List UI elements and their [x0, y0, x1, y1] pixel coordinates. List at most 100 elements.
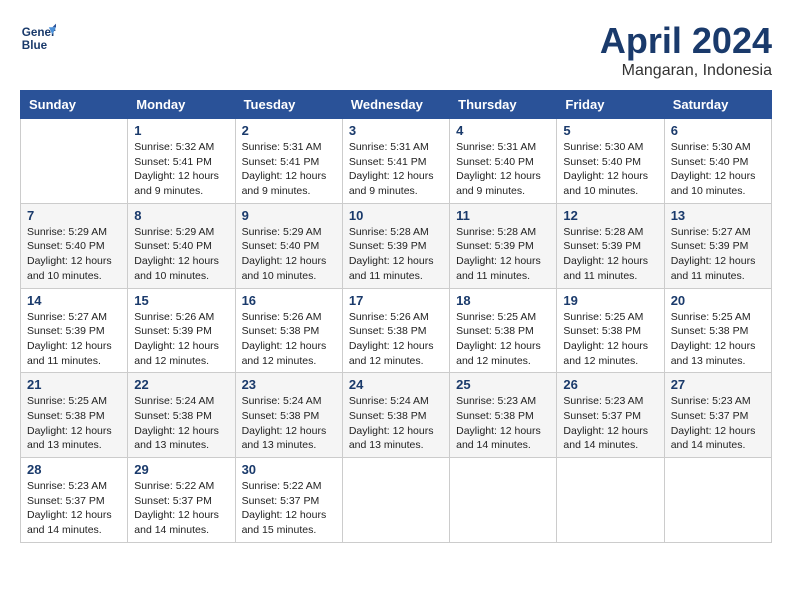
logo-icon: General Blue: [20, 20, 56, 56]
header: General Blue April 2024 Mangaran, Indone…: [20, 20, 772, 80]
day-number: 25: [456, 377, 550, 392]
calendar-cell: [664, 458, 771, 543]
day-number: 16: [242, 293, 336, 308]
calendar-cell: 14Sunrise: 5:27 AMSunset: 5:39 PMDayligh…: [21, 288, 128, 373]
day-info: Sunrise: 5:31 AMSunset: 5:40 PMDaylight:…: [456, 140, 550, 199]
calendar-cell: [21, 119, 128, 204]
calendar-cell: 2 Sunrise: 5:31 AMSunset: 5:41 PMDaylight…: [235, 119, 342, 204]
calendar-cell: 24Sunrise: 5:24 AMSunset: 5:38 PMDayligh…: [342, 373, 449, 458]
calendar-cell: 18 Sunrise: 5:25 AMSunset: 5:38 PMDayligh…: [450, 288, 557, 373]
week-row-5: 28 Sunrise: 5:23 AMSunset: 5:37 PMDayligh…: [21, 458, 772, 543]
day-info: Sunrise: 5:32 AMSunset: 5:41 PMDaylight:…: [134, 140, 228, 199]
day-info: Sunrise: 5:31 AMSunset: 5:41 PMDaylight:…: [242, 140, 336, 199]
calendar-cell: 29Sunrise: 5:22 AMSunset: 5:37 PMDayligh…: [128, 458, 235, 543]
day-number: 15: [134, 293, 228, 308]
day-number: 29: [134, 462, 228, 477]
day-header-wednesday: Wednesday: [342, 91, 449, 119]
month-title: April 2024: [600, 20, 772, 62]
calendar-table: SundayMondayTuesdayWednesdayThursdayFrid…: [20, 90, 772, 543]
day-number: 20: [671, 293, 765, 308]
calendar-cell: 4 Sunrise: 5:31 AMSunset: 5:40 PMDaylight…: [450, 119, 557, 204]
day-info: Sunrise: 5:30 AMSunset: 5:40 PMDaylight:…: [671, 140, 765, 199]
day-number: 2: [242, 123, 336, 138]
calendar-cell: [450, 458, 557, 543]
calendar-cell: 17 Sunrise: 5:26 AMSunset: 5:38 PMDayligh…: [342, 288, 449, 373]
day-info: Sunrise: 5:23 AMSunset: 5:37 PMDaylight:…: [563, 394, 657, 453]
svg-text:Blue: Blue: [22, 39, 48, 52]
day-info: Sunrise: 5:26 AMSunset: 5:38 PMDaylight:…: [242, 310, 336, 369]
day-header-row: SundayMondayTuesdayWednesdayThursdayFrid…: [21, 91, 772, 119]
day-info: Sunrise: 5:23 AMSunset: 5:38 PMDaylight:…: [456, 394, 550, 453]
calendar-cell: [557, 458, 664, 543]
calendar-cell: 13 Sunrise: 5:27 AMSunset: 5:39 PMDayligh…: [664, 203, 771, 288]
calendar-cell: 25 Sunrise: 5:23 AMSunset: 5:38 PMDayligh…: [450, 373, 557, 458]
day-header-tuesday: Tuesday: [235, 91, 342, 119]
day-header-monday: Monday: [128, 91, 235, 119]
location-title: Mangaran, Indonesia: [600, 62, 772, 80]
day-info: Sunrise: 5:23 AMSunset: 5:37 PMDaylight:…: [671, 394, 765, 453]
day-number: 17: [349, 293, 443, 308]
calendar-cell: 21 Sunrise: 5:25 AMSunset: 5:38 PMDayligh…: [21, 373, 128, 458]
calendar-cell: 1Sunrise: 5:32 AMSunset: 5:41 PMDaylight…: [128, 119, 235, 204]
day-info: Sunrise: 5:31 AMSunset: 5:41 PMDaylight:…: [349, 140, 443, 199]
day-number: 21: [27, 377, 121, 392]
calendar-cell: 22 Sunrise: 5:24 AMSunset: 5:38 PMDayligh…: [128, 373, 235, 458]
calendar-cell: 20 Sunrise: 5:25 AMSunset: 5:38 PMDayligh…: [664, 288, 771, 373]
day-number: 22: [134, 377, 228, 392]
day-number: 6: [671, 123, 765, 138]
week-row-1: 1Sunrise: 5:32 AMSunset: 5:41 PMDaylight…: [21, 119, 772, 204]
day-number: 23: [242, 377, 336, 392]
day-number: 10: [349, 208, 443, 223]
day-number: 5: [563, 123, 657, 138]
day-header-thursday: Thursday: [450, 91, 557, 119]
calendar-cell: 23 Sunrise: 5:24 AMSunset: 5:38 PMDayligh…: [235, 373, 342, 458]
calendar-cell: 12 Sunrise: 5:28 AMSunset: 5:39 PMDayligh…: [557, 203, 664, 288]
calendar-cell: 11 Sunrise: 5:28 AMSunset: 5:39 PMDayligh…: [450, 203, 557, 288]
day-number: 11: [456, 208, 550, 223]
calendar-cell: 15Sunrise: 5:26 AMSunset: 5:39 PMDayligh…: [128, 288, 235, 373]
day-info: Sunrise: 5:25 AMSunset: 5:38 PMDaylight:…: [671, 310, 765, 369]
day-header-friday: Friday: [557, 91, 664, 119]
day-info: Sunrise: 5:24 AMSunset: 5:38 PMDaylight:…: [349, 394, 443, 453]
day-number: 19: [563, 293, 657, 308]
day-number: 26: [563, 377, 657, 392]
day-number: 12: [563, 208, 657, 223]
day-info: Sunrise: 5:24 AMSunset: 5:38 PMDaylight:…: [242, 394, 336, 453]
day-number: 4: [456, 123, 550, 138]
day-number: 13: [671, 208, 765, 223]
day-info: Sunrise: 5:28 AMSunset: 5:39 PMDaylight:…: [456, 225, 550, 284]
calendar-cell: 16 Sunrise: 5:26 AMSunset: 5:38 PMDayligh…: [235, 288, 342, 373]
day-info: Sunrise: 5:29 AMSunset: 5:40 PMDaylight:…: [242, 225, 336, 284]
day-number: 9: [242, 208, 336, 223]
day-info: Sunrise: 5:27 AMSunset: 5:39 PMDaylight:…: [671, 225, 765, 284]
day-info: Sunrise: 5:29 AMSunset: 5:40 PMDaylight:…: [134, 225, 228, 284]
calendar-cell: 10 Sunrise: 5:28 AMSunset: 5:39 PMDayligh…: [342, 203, 449, 288]
day-number: 14: [27, 293, 121, 308]
calendar-cell: 5Sunrise: 5:30 AMSunset: 5:40 PMDaylight…: [557, 119, 664, 204]
day-info: Sunrise: 5:23 AMSunset: 5:37 PMDaylight:…: [27, 479, 121, 538]
day-number: 18: [456, 293, 550, 308]
day-info: Sunrise: 5:25 AMSunset: 5:38 PMDaylight:…: [27, 394, 121, 453]
day-number: 28: [27, 462, 121, 477]
calendar-cell: 28 Sunrise: 5:23 AMSunset: 5:37 PMDayligh…: [21, 458, 128, 543]
day-header-sunday: Sunday: [21, 91, 128, 119]
day-number: 8: [134, 208, 228, 223]
day-info: Sunrise: 5:22 AMSunset: 5:37 PMDaylight:…: [242, 479, 336, 538]
day-info: Sunrise: 5:28 AMSunset: 5:39 PMDaylight:…: [349, 225, 443, 284]
day-info: Sunrise: 5:24 AMSunset: 5:38 PMDaylight:…: [134, 394, 228, 453]
day-info: Sunrise: 5:29 AMSunset: 5:40 PMDaylight:…: [27, 225, 121, 284]
day-number: 7: [27, 208, 121, 223]
calendar-cell: 9 Sunrise: 5:29 AMSunset: 5:40 PMDaylight…: [235, 203, 342, 288]
day-info: Sunrise: 5:26 AMSunset: 5:38 PMDaylight:…: [349, 310, 443, 369]
calendar-cell: 6 Sunrise: 5:30 AMSunset: 5:40 PMDaylight…: [664, 119, 771, 204]
day-number: 27: [671, 377, 765, 392]
calendar-cell: 26 Sunrise: 5:23 AMSunset: 5:37 PMDayligh…: [557, 373, 664, 458]
day-number: 30: [242, 462, 336, 477]
week-row-4: 21 Sunrise: 5:25 AMSunset: 5:38 PMDayligh…: [21, 373, 772, 458]
calendar-cell: [342, 458, 449, 543]
day-number: 3: [349, 123, 443, 138]
calendar-cell: 7 Sunrise: 5:29 AMSunset: 5:40 PMDaylight…: [21, 203, 128, 288]
calendar-cell: 19Sunrise: 5:25 AMSunset: 5:38 PMDayligh…: [557, 288, 664, 373]
day-info: Sunrise: 5:28 AMSunset: 5:39 PMDaylight:…: [563, 225, 657, 284]
day-info: Sunrise: 5:25 AMSunset: 5:38 PMDaylight:…: [456, 310, 550, 369]
